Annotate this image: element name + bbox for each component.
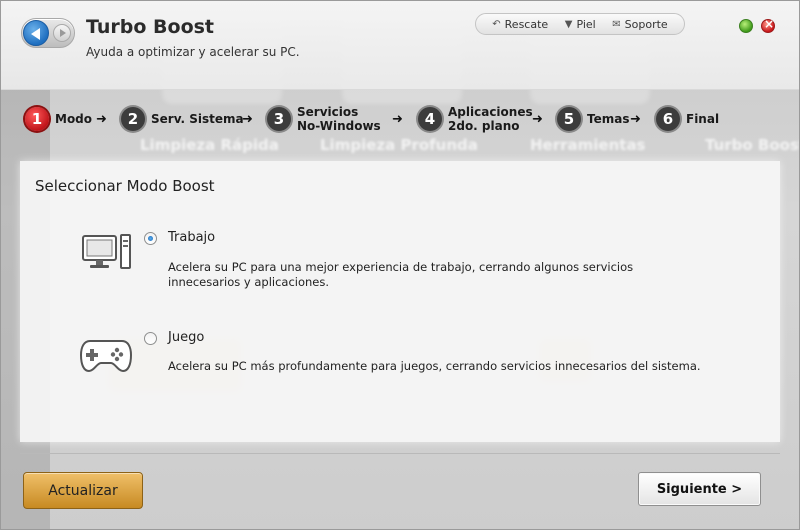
- step-label: Aplicaciones 2do. plano: [448, 105, 533, 133]
- computer-icon: [82, 234, 131, 269]
- step-label-line1: Aplicaciones: [448, 105, 533, 119]
- step-number: 6: [656, 107, 680, 131]
- step-label: Servicios No-Windows: [297, 105, 381, 133]
- step-arrow-icon: ➜: [392, 112, 403, 127]
- step-background-apps: 4 Aplicaciones 2do. plano: [418, 96, 533, 142]
- navigation-buttons: [21, 18, 75, 48]
- top-links-bar: ↶ Rescate ▼ Piel ✉ Soporte: [475, 13, 685, 35]
- step-number: 1: [25, 107, 49, 131]
- forward-arrow-icon[interactable]: [53, 24, 71, 42]
- gamepad-icon: [80, 340, 132, 373]
- step-label: Final: [686, 112, 720, 126]
- update-button[interactable]: Actualizar: [23, 472, 143, 509]
- step-mode: 1 Modo: [25, 96, 92, 142]
- next-button[interactable]: Siguiente >: [638, 472, 761, 506]
- step-label: Modo: [55, 112, 93, 126]
- close-button[interactable]: [761, 17, 775, 33]
- step-arrow-icon: ➜: [532, 112, 543, 127]
- step-non-windows-services: 3 Servicios No-Windows: [267, 96, 381, 142]
- skin-link[interactable]: ▼ Piel: [565, 18, 596, 31]
- app-title: Turbo Boost: [86, 16, 215, 38]
- wizard-steps: 1 Modo ➜ 2 Serv. Sistema ➜ 3 Servicios N…: [0, 96, 800, 142]
- divider: [20, 453, 780, 454]
- mail-icon: ✉: [612, 18, 621, 30]
- skin-link-label: Piel: [576, 17, 596, 31]
- step-system-services: 2 Serv. Sistema: [121, 96, 244, 142]
- panel-title: Seleccionar Modo Boost: [35, 177, 215, 195]
- step-themes: 5 Temas: [557, 96, 629, 142]
- step-arrow-icon: ➜: [242, 112, 253, 127]
- boost-mode-panel: Seleccionar Modo Boost Trabajo Acelera s…: [20, 161, 780, 442]
- rescue-link[interactable]: ↶ Rescate: [492, 18, 548, 31]
- shirt-icon: ▼: [564, 18, 573, 30]
- support-link-label: Soporte: [624, 17, 668, 31]
- step-label: Temas: [587, 112, 630, 126]
- title-bar: Turbo Boost Ayuda a optimizar y acelerar…: [0, 0, 800, 90]
- step-number: 2: [121, 107, 145, 131]
- step-label-line2: No-Windows: [297, 119, 381, 133]
- step-label-line1: Servicios: [297, 105, 359, 119]
- step-label: Serv. Sistema: [151, 112, 244, 126]
- step-number: 3: [267, 107, 291, 131]
- work-mode-radio[interactable]: [144, 232, 157, 245]
- step-arrow-icon: ➜: [96, 112, 107, 127]
- step-number: 4: [418, 107, 442, 131]
- game-mode-title[interactable]: Juego: [168, 330, 204, 345]
- step-arrow-icon: ➜: [630, 112, 641, 127]
- support-link[interactable]: ✉ Soporte: [612, 18, 667, 31]
- step-final: 6 Final: [656, 96, 719, 142]
- undo-arrow-icon: ↶: [492, 18, 501, 30]
- work-mode-title[interactable]: Trabajo: [168, 230, 215, 245]
- step-number: 5: [557, 107, 581, 131]
- app-subtitle: Ayuda a optimizar y acelerar su PC.: [86, 45, 300, 59]
- work-mode-description: Acelera su PC para una mejor experiencia…: [168, 260, 634, 289]
- game-mode-radio[interactable]: [144, 332, 157, 345]
- step-label-line2: 2do. plano: [448, 119, 520, 133]
- back-arrow-icon[interactable]: [23, 20, 49, 46]
- rescue-link-label: Rescate: [504, 17, 549, 31]
- minimize-button[interactable]: [739, 19, 753, 33]
- game-mode-description: Acelera su PC más profundamente para jue…: [168, 359, 701, 373]
